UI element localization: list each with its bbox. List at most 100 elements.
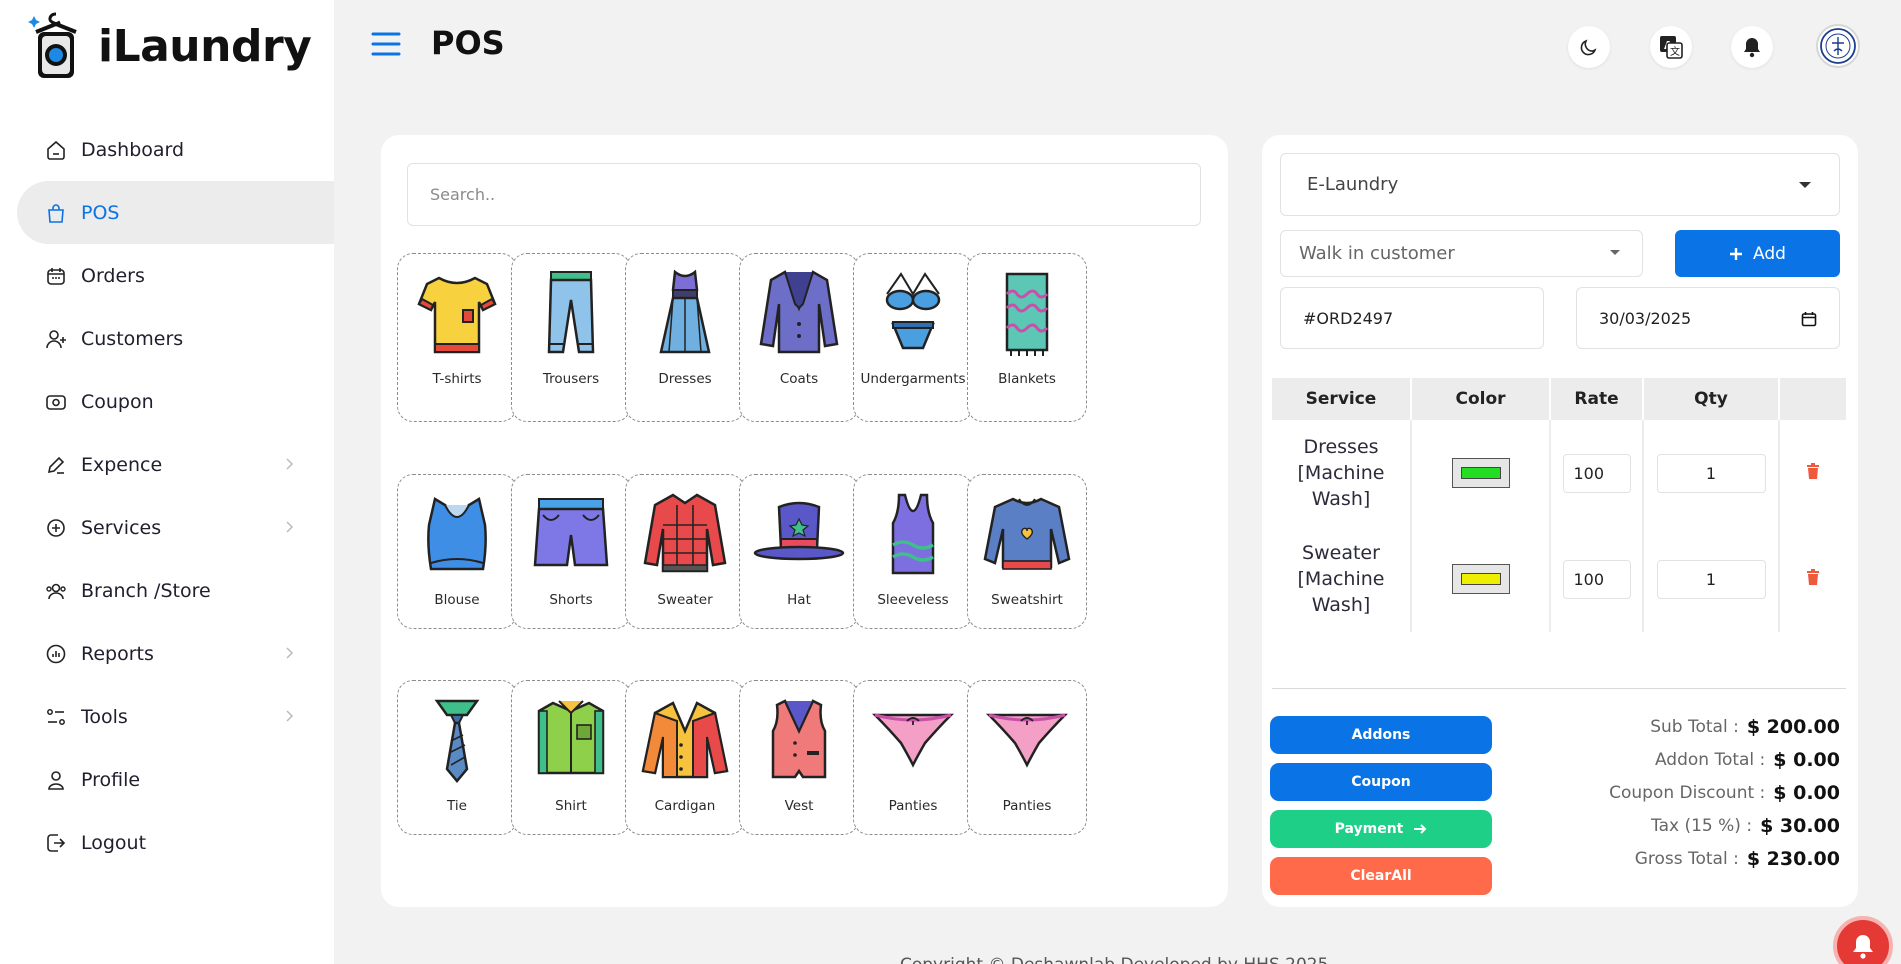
column-header-qty: Qty	[1643, 378, 1780, 420]
sidebar-item-expence[interactable]: Expence	[17, 433, 334, 496]
product-card-sweatshirt[interactable]: Sweatshirt	[967, 474, 1087, 629]
addon-total-value: $ 0.00	[1773, 748, 1840, 771]
color-picker[interactable]	[1451, 458, 1510, 488]
rate-input[interactable]: 100	[1562, 453, 1631, 493]
customer-select[interactable]: Walk in customer	[1280, 230, 1643, 277]
moon-icon	[1580, 39, 1597, 56]
product-card-undergarments[interactable]: Undergarments	[853, 253, 973, 422]
product-name: Sweatshirt	[991, 592, 1063, 608]
store-select[interactable]: E-Laundry	[1280, 153, 1840, 216]
trash-icon[interactable]	[1806, 569, 1820, 585]
user-avatar[interactable]	[1816, 24, 1860, 68]
search-input[interactable]	[407, 163, 1201, 226]
caret-down-icon	[1799, 182, 1811, 188]
product-card-shirt[interactable]: Shirt	[511, 680, 631, 835]
app-logo[interactable]: iLaundry	[28, 10, 312, 82]
tie-icon	[434, 699, 480, 783]
sidebar-item-profile[interactable]: Profile	[17, 748, 334, 811]
product-card-trousers[interactable]: Trousers	[511, 253, 631, 422]
bell-icon	[1744, 38, 1760, 58]
clear-all-button[interactable]: ClearAll	[1270, 857, 1492, 895]
color-swatch	[1460, 467, 1501, 479]
product-name: Blankets	[998, 371, 1056, 387]
action-cell	[1779, 526, 1846, 632]
rate-input[interactable]: 100	[1562, 559, 1631, 599]
rate-cell: 100	[1550, 420, 1644, 526]
qty-cell: 1	[1643, 420, 1780, 526]
product-card-sweater[interactable]: Sweater	[625, 474, 745, 629]
product-card-blouse[interactable]: Blouse	[397, 474, 517, 629]
service-name-line: Dresses	[1303, 436, 1379, 458]
product-card-cardigan[interactable]: Cardigan	[625, 680, 745, 835]
order-date-field[interactable]: 30/03/2025	[1576, 287, 1840, 349]
product-card-sleeveless[interactable]: Sleeveless	[853, 474, 973, 629]
action-cell	[1779, 420, 1846, 526]
panties-icon	[985, 713, 1069, 768]
emblem-icon	[1820, 28, 1856, 64]
theme-toggle-button[interactable]	[1568, 26, 1610, 68]
sidebar-item-branch-store[interactable]: Branch /Store	[17, 559, 334, 622]
tools-icon	[45, 706, 67, 728]
product-card-shorts[interactable]: Shorts	[511, 474, 631, 629]
sidebar-item-label: Dashboard	[81, 138, 185, 161]
product-name: Panties	[888, 798, 938, 814]
notifications-button[interactable]	[1731, 26, 1773, 68]
sidebar-item-label: Coupon	[81, 390, 154, 413]
coupon-button[interactable]: Coupon	[1270, 763, 1492, 801]
color-picker[interactable]	[1451, 564, 1510, 594]
qty-input[interactable]: 1	[1656, 453, 1766, 493]
product-card-blankets[interactable]: Blankets	[967, 253, 1087, 422]
laundry-bag-logo-icon	[28, 12, 77, 78]
product-card-tshirts[interactable]: T-shirts	[397, 253, 517, 422]
dress-icon	[659, 269, 711, 354]
sidebar-item-reports[interactable]: Reports	[17, 622, 334, 685]
product-card-coats[interactable]: Coats	[739, 253, 859, 422]
notification-fab[interactable]	[1833, 916, 1893, 964]
product-name: Shirt	[555, 798, 587, 814]
calendar-icon	[45, 265, 67, 287]
sidebar-item-coupon[interactable]: Coupon	[17, 370, 334, 433]
sleeveless-icon	[891, 493, 935, 575]
sidebar-item-pos[interactable]: POS	[17, 181, 334, 244]
gross-total-label: Gross Total :	[1634, 848, 1739, 869]
sidebar-item-label: Branch /Store	[81, 579, 211, 602]
product-card-panties-2[interactable]: Panties	[967, 680, 1087, 835]
chevron-right-icon	[286, 647, 294, 659]
product-name: Coats	[779, 371, 819, 387]
coat-icon	[759, 270, 839, 354]
language-button[interactable]: A文	[1650, 26, 1692, 68]
product-card-vest[interactable]: Vest	[739, 680, 859, 835]
sidebar-item-label: Expence	[81, 453, 163, 476]
sidebar-item-label: Logout	[81, 831, 147, 854]
service-cell: Sweater [Machine Wash]	[1272, 526, 1412, 632]
add-customer-button[interactable]: Add	[1675, 230, 1840, 277]
order-id-field[interactable]: #ORD2497	[1280, 287, 1544, 349]
addons-button[interactable]: Addons	[1270, 716, 1492, 754]
table-row: Dresses [Machine Wash] 100 1	[1272, 420, 1846, 526]
page-title: POS	[431, 24, 505, 62]
product-card-hat[interactable]: Hat	[739, 474, 859, 629]
sub-total-label: Sub Total :	[1650, 716, 1739, 737]
sidebar-item-label: Reports	[81, 642, 154, 665]
qty-input[interactable]: 1	[1656, 559, 1766, 599]
sidebar-item-logout[interactable]: Logout	[17, 811, 334, 874]
user-icon	[45, 769, 67, 791]
sidebar-item-dashboard[interactable]: Dashboard	[17, 118, 334, 181]
product-card-dresses[interactable]: Dresses	[625, 253, 745, 422]
trash-icon[interactable]	[1806, 463, 1820, 479]
order-date-value: 30/03/2025	[1599, 308, 1692, 328]
products-panel: T-shirts Trousers Dresses Coats Undergar…	[381, 135, 1228, 907]
gross-total-value: $ 230.00	[1746, 847, 1840, 870]
hamburger-menu-icon[interactable]	[370, 30, 402, 58]
product-card-panties[interactable]: Panties	[853, 680, 973, 835]
sidebar-item-orders[interactable]: Orders	[17, 244, 334, 307]
sidebar-item-tools[interactable]: Tools	[17, 685, 334, 748]
product-card-tie[interactable]: Tie	[397, 680, 517, 835]
users-icon	[45, 580, 67, 602]
tshirt-icon	[417, 276, 497, 354]
coupon-discount-row: Coupon Discount : $ 0.00	[1609, 776, 1840, 809]
sidebar-item-services[interactable]: Services	[17, 496, 334, 559]
sidebar-item-customers[interactable]: Customers	[17, 307, 334, 370]
coupon-label: Coupon	[1351, 774, 1411, 790]
payment-button[interactable]: Payment	[1270, 810, 1492, 848]
